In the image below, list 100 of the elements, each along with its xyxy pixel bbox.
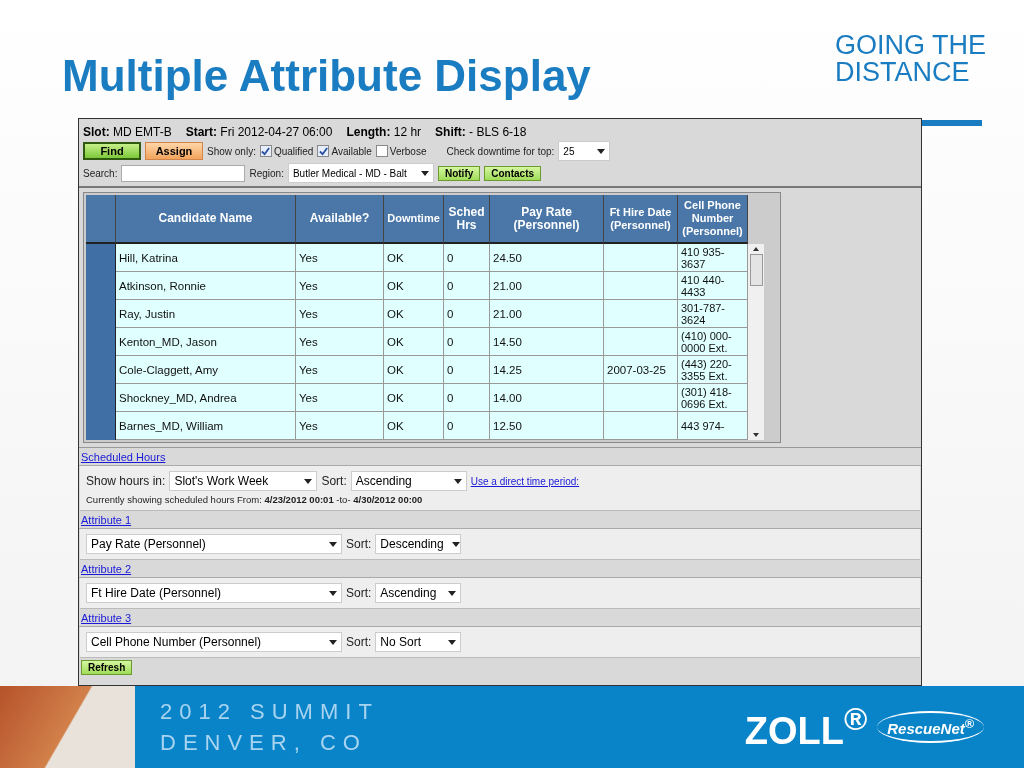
- table-cell: 0: [444, 244, 490, 272]
- caret-icon: [420, 170, 429, 176]
- table-cell: 12.50: [490, 412, 604, 440]
- slot-info-text: Length: 12 hr: [346, 125, 422, 139]
- sort-select[interactable]: Ascending: [350, 471, 467, 491]
- column-header[interactable]: Available?: [296, 195, 384, 244]
- table-cell: (410) 000-0000 Ext.: [678, 328, 748, 356]
- action-button[interactable]: Find: [83, 142, 141, 160]
- checkbox-label: Verbose: [389, 145, 427, 157]
- table-cell: 410 440-4433: [678, 272, 748, 300]
- table-cell: OK: [384, 300, 444, 328]
- column-header[interactable]: Downtime: [384, 195, 444, 244]
- region-label: Region:: [249, 167, 284, 179]
- caret-icon: [304, 478, 313, 484]
- sort-label: Sort:: [346, 586, 372, 600]
- column-header[interactable]: Sched Hrs: [444, 195, 490, 244]
- action-button[interactable]: Contacts: [484, 165, 542, 181]
- table-cell: Barnes_MD, William: [116, 412, 296, 440]
- table-cell: OK: [384, 272, 444, 300]
- column-header[interactable]: Cell Phone Number (Personnel): [678, 195, 748, 244]
- section-link[interactable]: Attribute 3: [81, 612, 132, 624]
- action-button[interactable]: Assign: [145, 142, 203, 160]
- slot-info-text: Start: Fri 2012-04-27 06:00: [185, 125, 333, 139]
- scrollbar[interactable]: [748, 244, 764, 440]
- location-text: DENVER, CO: [160, 729, 368, 757]
- table-cell: OK: [384, 384, 444, 412]
- attribute-select[interactable]: Cell Phone Number (Personnel): [86, 632, 342, 652]
- sort-select[interactable]: No Sort: [375, 632, 462, 652]
- checkbox[interactable]: [259, 145, 272, 157]
- sort-select[interactable]: Descending: [375, 534, 462, 554]
- logo-text: ZOLL$^{®}$: [744, 701, 868, 753]
- table-cell: Yes: [296, 272, 384, 300]
- attribute-select[interactable]: Pay Rate (Personnel): [86, 534, 342, 554]
- product-logo: RescueNet$^{®}$: [877, 711, 984, 743]
- tagline-text: GOING THE: [834, 32, 986, 59]
- table-cell: 0: [444, 272, 490, 300]
- direct-time-link[interactable]: Use a direct time period:: [470, 475, 580, 487]
- section-link[interactable]: Attribute 2: [81, 563, 132, 575]
- slot-info-text: Shift: - BLS 6-18: [435, 125, 527, 139]
- table-cell: 0: [444, 384, 490, 412]
- region-select[interactable]: Butler Medical - MD - Balt: [287, 163, 434, 183]
- row-selector[interactable]: [86, 412, 116, 440]
- caret-icon: [448, 639, 457, 645]
- caret-icon: [597, 148, 606, 154]
- table-cell: 21.00: [490, 272, 604, 300]
- table-cell: Hill, Katrina: [116, 244, 296, 272]
- checkbox[interactable]: [317, 145, 330, 157]
- attribute-select[interactable]: Ft Hire Date (Personnel): [86, 583, 342, 603]
- table-cell: Yes: [296, 356, 384, 384]
- downtime-select[interactable]: 25: [558, 141, 611, 161]
- table-cell: OK: [384, 328, 444, 356]
- table-cell: Yes: [296, 244, 384, 272]
- section-link[interactable]: Attribute 1: [81, 514, 132, 526]
- search-label: Search:: [83, 167, 118, 179]
- column-header[interactable]: Pay Rate (Personnel): [490, 195, 604, 244]
- column-header[interactable]: Candidate Name: [116, 195, 296, 244]
- table-cell: Kenton_MD, Jason: [116, 328, 296, 356]
- table-cell: 2007-03-25: [604, 356, 678, 384]
- table-cell: Shockney_MD, Andrea: [116, 384, 296, 412]
- table-cell: Cole-Claggett, Amy: [116, 356, 296, 384]
- show-only-label: Show only:: [207, 145, 256, 157]
- hours-select[interactable]: Slot's Work Week: [169, 471, 318, 491]
- tagline-text: DISTANCE: [834, 59, 971, 86]
- checkbox[interactable]: [375, 145, 388, 157]
- event-text: 2012 SUMMIT: [160, 698, 379, 726]
- table-cell: Yes: [296, 300, 384, 328]
- table-cell: 410 935-3637: [678, 244, 748, 272]
- sort-label: Sort:: [321, 474, 347, 488]
- table-cell: 301-787-3624: [678, 300, 748, 328]
- section-link[interactable]: Scheduled Hours: [81, 451, 166, 463]
- table-cell: (443) 220-3355 Ext.: [678, 356, 748, 384]
- table-cell: 0: [444, 328, 490, 356]
- scrollbar-thumb[interactable]: [749, 254, 763, 286]
- caret-icon: [329, 639, 337, 645]
- search-field[interactable]: [121, 164, 246, 182]
- slot-info-text: Slot: MD EMT-B: [83, 125, 172, 139]
- action-button[interactable]: Notify: [437, 165, 481, 181]
- sort-select[interactable]: Ascending: [375, 583, 462, 603]
- table-cell: 0: [444, 300, 490, 328]
- caret-icon: [453, 478, 462, 484]
- show-hours-label: Show hours in:: [86, 474, 166, 488]
- caret-icon: [329, 590, 337, 596]
- table-cell: 14.00: [490, 384, 604, 412]
- table-cell: Yes: [296, 328, 384, 356]
- table-cell: OK: [384, 356, 444, 384]
- schedule-note: Currently showing scheduled hours From: 4/23/2012 00:01 -to- 4/30/2012 00:00: [86, 494, 424, 505]
- table-cell: 24.50: [490, 244, 604, 272]
- column-header[interactable]: Ft Hire Date (Personnel): [604, 195, 678, 244]
- table-cell: 14.50: [490, 328, 604, 356]
- table-cell: 21.00: [490, 300, 604, 328]
- refresh-button[interactable]: Refresh: [81, 660, 133, 675]
- table-cell: (301) 418-0696 Ext.: [678, 384, 748, 412]
- row-selector[interactable]: [86, 244, 116, 272]
- caret-icon: [451, 541, 460, 547]
- table-cell: Atkinson, Ronnie: [116, 272, 296, 300]
- scroll-down-icon[interactable]: [753, 433, 759, 437]
- checkbox-label: Available: [331, 145, 372, 157]
- table-cell: Ray, Justin: [116, 300, 296, 328]
- table-cell: Yes: [296, 384, 384, 412]
- slide-title: Multiple Attribute Display: [62, 54, 591, 102]
